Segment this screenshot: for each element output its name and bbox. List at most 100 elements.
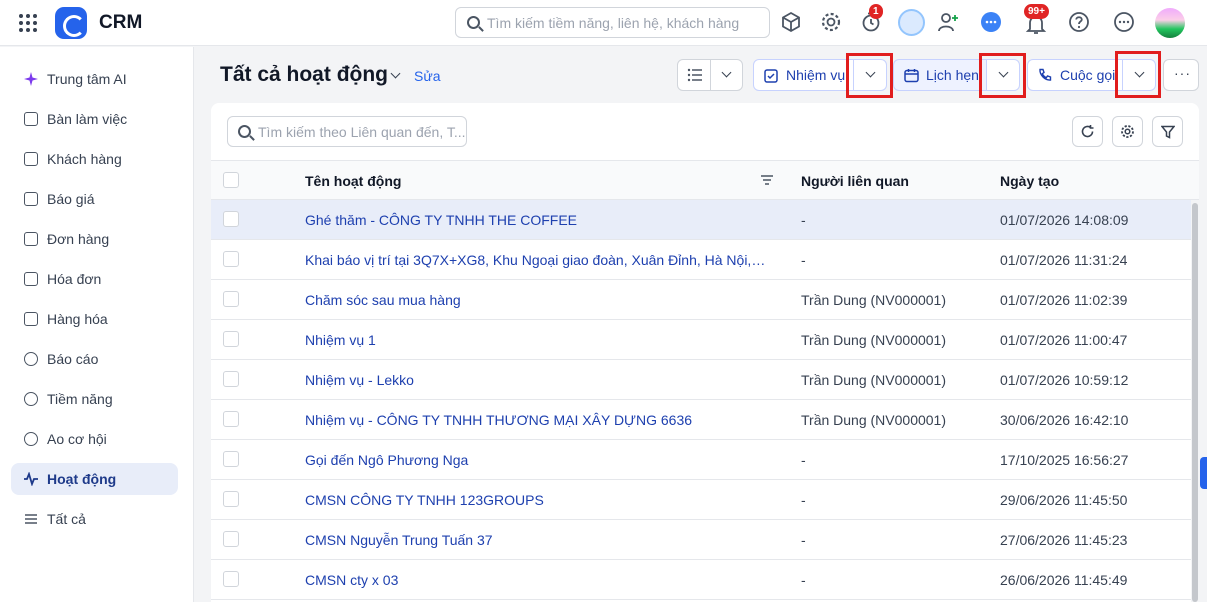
activity-name-link[interactable]: CMSN Nguyễn Trung Tuấn 37 xyxy=(305,532,767,548)
user-avatar[interactable] xyxy=(1155,8,1185,38)
phone-icon xyxy=(1039,68,1052,81)
table-row[interactable]: Nhiệm vụ 1 Trần Dung (NV000001) 01/07/20… xyxy=(211,320,1191,360)
edit-view-link[interactable]: Sửa xyxy=(414,68,441,84)
ellipsis-icon: ··· xyxy=(1174,65,1191,81)
row-checkbox[interactable] xyxy=(223,251,239,267)
table-row[interactable]: Nhiệm vụ - Lekko Trần Dung (NV000001) 01… xyxy=(211,360,1191,400)
activity-name-link[interactable]: Nhiệm vụ - Lekko xyxy=(305,372,767,388)
list-view-icon[interactable] xyxy=(687,68,703,82)
row-checkbox[interactable] xyxy=(223,211,239,227)
app-launcher-icon[interactable] xyxy=(17,12,39,34)
sidebar-item-products[interactable]: Hàng hóa xyxy=(11,303,178,335)
sidebar-item-desk[interactable]: Bàn làm việc xyxy=(11,103,178,135)
assistant-avatar[interactable] xyxy=(898,9,925,36)
highlight-box-task-dropdown xyxy=(846,53,893,98)
sidebar-item-label: Đơn hàng xyxy=(47,231,110,247)
created-date: 01/07/2026 11:02:39 xyxy=(1000,292,1128,308)
table-search-placeholder: Tìm kiếm theo Liên quan đến, T... xyxy=(258,124,466,140)
sidebar-item-quotes[interactable]: Báo giá xyxy=(11,183,178,215)
activity-name-link[interactable]: CMSN CÔNG TY TNHH 123GROUPS xyxy=(305,492,767,508)
created-date: 01/07/2026 11:00:47 xyxy=(1000,332,1128,348)
sidebar-item-opportunities[interactable]: Ao cơ hội xyxy=(11,423,178,455)
table-row[interactable]: Chăm sóc sau mua hàng Trần Dung (NV00000… xyxy=(211,280,1191,320)
activity-name-link[interactable]: Ghé thăm - CÔNG TY TNHH THE COFFEE xyxy=(305,212,767,228)
sidebar-item-label: Báo giá xyxy=(47,191,95,207)
home-icon xyxy=(24,112,38,126)
cube-icon[interactable] xyxy=(780,11,802,33)
global-search-placeholder: Tìm kiếm tiềm năng, liên hệ, khách hàng xyxy=(487,15,740,31)
activity-name-link[interactable]: CMSN cty x 03 xyxy=(305,572,767,588)
related-person: Trần Dung (NV000001) xyxy=(801,372,947,388)
building-icon xyxy=(24,152,38,166)
sidebar-item-reports[interactable]: Báo cáo xyxy=(11,343,178,375)
refresh-button[interactable] xyxy=(1072,116,1103,147)
sidebar-item-customers[interactable]: Khách hàng xyxy=(11,143,178,175)
sidebar-item-activities[interactable]: Hoạt động xyxy=(11,463,178,495)
row-checkbox[interactable] xyxy=(223,491,239,507)
table-row[interactable]: Gọi đến Ngô Phương Nga - 17/10/2025 16:5… xyxy=(211,440,1191,480)
sidebar-item-ai-center[interactable]: Trung tâm AI xyxy=(11,63,178,95)
sidebar-item-label: Khách hàng xyxy=(47,151,122,167)
sparkle-icon xyxy=(24,72,38,86)
activity-name-link[interactable]: Nhiệm vụ 1 xyxy=(305,332,767,348)
cart-icon xyxy=(24,232,38,246)
view-switch-chevron-down-icon[interactable] xyxy=(390,68,401,79)
row-checkbox[interactable] xyxy=(223,291,239,307)
table-scrollbar-thumb[interactable] xyxy=(1192,203,1198,602)
more-options-icon[interactable] xyxy=(1113,11,1135,33)
column-filter-icon[interactable] xyxy=(760,174,774,186)
select-all-checkbox[interactable] xyxy=(223,172,239,188)
search-icon xyxy=(467,16,480,29)
row-checkbox[interactable] xyxy=(223,411,239,427)
related-person: - xyxy=(801,452,806,468)
target-icon xyxy=(24,392,38,406)
table-row[interactable]: Khai báo vị trí tại 3Q7X+XG8, Khu Ngoại … xyxy=(211,240,1191,280)
sidebar-item-all[interactable]: Tất cả xyxy=(11,503,178,535)
add-appointment-button[interactable]: Lịch hẹn xyxy=(893,59,987,91)
table-row[interactable]: CMSN cty x 03 - 26/06/2026 11:45:49 xyxy=(211,560,1191,600)
created-date: 29/06/2026 11:45:50 xyxy=(1000,492,1128,508)
sidebar: Trung tâm AI Bàn làm việc Khách hàng Báo… xyxy=(0,47,194,602)
sidebar-item-label: Trung tâm AI xyxy=(47,71,127,87)
table-row[interactable]: Nhiệm vụ - CÔNG TY TNHH THƯƠNG MẠI XÂY D… xyxy=(211,400,1191,440)
global-search-input[interactable]: Tìm kiếm tiềm năng, liên hệ, khách hàng xyxy=(455,7,770,38)
filter-button[interactable] xyxy=(1152,116,1183,147)
gear-icon[interactable] xyxy=(820,11,842,33)
help-icon[interactable] xyxy=(1068,11,1090,33)
box-icon xyxy=(24,312,38,326)
menu-icon xyxy=(24,512,38,526)
sidebar-item-invoices[interactable]: Hóa đơn xyxy=(11,263,178,295)
row-checkbox[interactable] xyxy=(223,371,239,387)
table-search-input[interactable]: Tìm kiếm theo Liên quan đến, T... xyxy=(227,116,467,147)
table-row[interactable]: Ghé thăm - CÔNG TY TNHH THE COFFEE - 01/… xyxy=(211,200,1191,240)
add-appointment-label: Lịch hẹn xyxy=(926,67,979,83)
row-checkbox[interactable] xyxy=(223,571,239,587)
row-checkbox[interactable] xyxy=(223,451,239,467)
table-row[interactable]: CMSN Nguyễn Trung Tuấn 37 - 27/06/2026 1… xyxy=(211,520,1191,560)
created-date: 01/07/2026 11:31:24 xyxy=(1000,252,1128,268)
sidebar-item-leads[interactable]: Tiềm năng xyxy=(11,383,178,415)
column-header-name[interactable]: Tên hoạt động xyxy=(305,173,401,189)
sidebar-item-label: Bàn làm việc xyxy=(47,111,128,127)
chat-icon[interactable] xyxy=(980,11,1002,33)
activity-name-link[interactable]: Gọi đến Ngô Phương Nga xyxy=(305,452,767,468)
activity-name-link[interactable]: Nhiệm vụ - CÔNG TY TNHH THƯƠNG MẠI XÂY D… xyxy=(305,412,767,428)
view-mode-chevron-down-icon[interactable] xyxy=(721,67,732,78)
row-checkbox[interactable] xyxy=(223,331,239,347)
side-panel-toggle[interactable] xyxy=(1200,457,1207,489)
add-task-button[interactable]: Nhiệm vụ xyxy=(753,59,854,91)
table-settings-button[interactable] xyxy=(1112,116,1143,147)
more-actions-button[interactable]: ··· xyxy=(1163,59,1199,91)
column-header-created[interactable]: Ngày tạo xyxy=(1000,173,1059,189)
sidebar-item-orders[interactable]: Đơn hàng xyxy=(11,223,178,255)
activity-name-link[interactable]: Khai báo vị trí tại 3Q7X+XG8, Khu Ngoại … xyxy=(305,252,767,268)
add-call-button[interactable]: Cuộc gọi xyxy=(1027,59,1123,91)
view-mode-toggle[interactable] xyxy=(677,59,743,91)
column-header-related[interactable]: Người liên quan xyxy=(801,173,909,189)
created-date: 01/07/2026 10:59:12 xyxy=(1000,372,1129,388)
add-user-icon[interactable] xyxy=(937,11,959,33)
search-icon xyxy=(238,125,251,138)
table-row[interactable]: CMSN CÔNG TY TNHH 123GROUPS - 29/06/2026… xyxy=(211,480,1191,520)
row-checkbox[interactable] xyxy=(223,531,239,547)
activity-name-link[interactable]: Chăm sóc sau mua hàng xyxy=(305,292,767,308)
